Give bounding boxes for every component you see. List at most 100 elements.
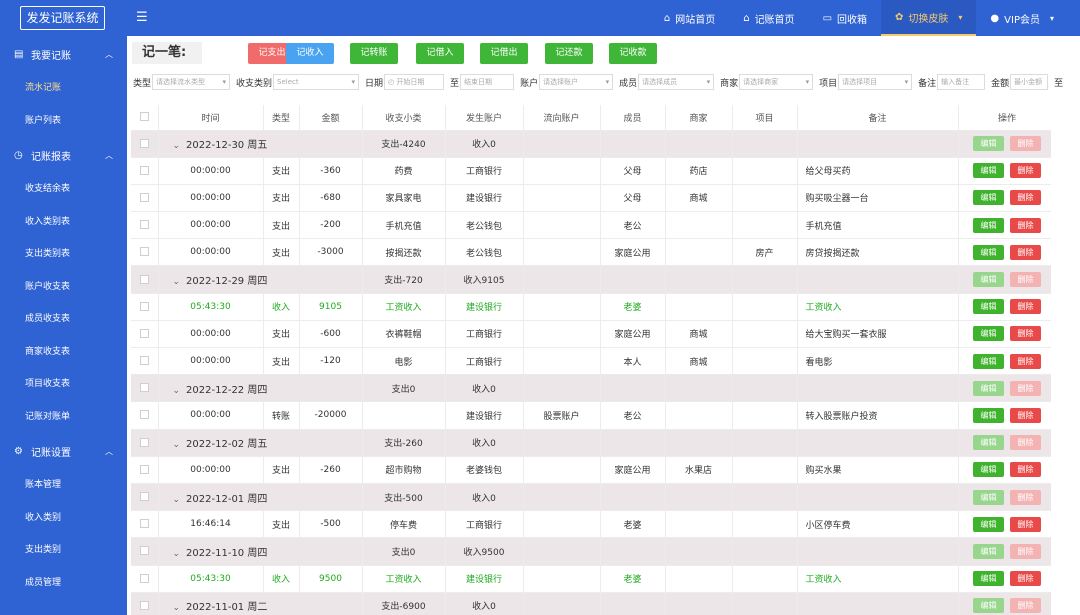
- filter-category-select[interactable]: Select ▾: [273, 74, 360, 90]
- row-checkbox[interactable]: [139, 301, 149, 311]
- sidebar-item-statement[interactable]: 记账对账单: [0, 401, 127, 434]
- date-group-row[interactable]: ⌄ 2022-12-02 周五 支出-260 收入0 编辑 删除: [131, 429, 1051, 457]
- sidebar-item-accounts[interactable]: 账户列表: [0, 105, 127, 138]
- row-checkbox[interactable]: [139, 192, 149, 202]
- row-checkbox[interactable]: [139, 573, 149, 583]
- edit-button[interactable]: 编辑: [973, 217, 1004, 233]
- table-row[interactable]: 00:00:00 支出 -600 衣裤鞋帽 工商银行 家庭公用 商城 给大宝购买一套衣服 编辑删…: [131, 320, 1051, 349]
- row-checkbox[interactable]: [139, 546, 149, 556]
- chevron-down-icon[interactable]: ⌄: [173, 495, 181, 505]
- sidebar-item-member-report[interactable]: 成员收支表: [0, 303, 127, 336]
- edit-button[interactable]: 编辑: [973, 380, 1004, 396]
- filter-account-select[interactable]: 请选择账户 ▾: [539, 74, 614, 90]
- filter-merchant-select[interactable]: 请选择商家 ▾: [739, 74, 814, 90]
- table-row[interactable]: 00:00:00 支出 -680 家具家电 建设银行 父母 商城 购买吸尘器一台 编辑 删除: [131, 184, 1051, 213]
- edit-button[interactable]: 编辑: [973, 244, 1004, 260]
- nav-ledger-home[interactable]: ⌂ 记账首页: [729, 0, 808, 36]
- row-checkbox[interactable]: [139, 247, 149, 257]
- sidebar-group-reports[interactable]: ◷ 记账报表 ︿: [0, 137, 127, 173]
- date-group-row[interactable]: ⌄ 2022-12-30 周五 支出-4240 收入0 编辑 删除: [131, 130, 1051, 158]
- date-group-row[interactable]: ⌄ 2022-12-22 周四 支出0 收入0 编辑 删除: [131, 374, 1051, 403]
- row-checkbox[interactable]: [139, 274, 149, 284]
- sidebar-item-income-category-report[interactable]: 收入类别表: [0, 206, 127, 239]
- nav-vip-user[interactable]: ● VIP会员 ▾: [976, 0, 1068, 36]
- edit-button[interactable]: 编辑: [973, 353, 1004, 369]
- edit-button[interactable]: 编辑: [973, 407, 1004, 423]
- filter-end-date[interactable]: 结束日期: [460, 74, 515, 90]
- table-row[interactable]: 05:43:30 收入 9105 工资收入 建设银行 老婆 工资收入 编辑 删除: [131, 293, 1051, 321]
- edit-button[interactable]: 编辑: [973, 462, 1004, 478]
- filter-memo-input[interactable]: 输入备注: [937, 74, 986, 90]
- chevron-down-icon[interactable]: ⌄: [173, 386, 181, 396]
- delete-button[interactable]: 删除: [1010, 244, 1041, 260]
- table-row[interactable]: 05:43:30 收入 9500 工资收入 建设银行 老婆 工资收入 编辑 删除: [131, 565, 1051, 593]
- table-row[interactable]: 00:00:00 支出 -120 电影 工商银行 本人 商城 看电影 编辑 删除: [131, 347, 1051, 376]
- edit-button[interactable]: 编辑: [973, 598, 1004, 614]
- delete-button[interactable]: 删除: [1010, 353, 1041, 369]
- filter-project-select[interactable]: 请选择项目 ▾: [838, 74, 913, 90]
- app-logo[interactable]: 发发记账系统: [20, 6, 105, 30]
- sidebar-item-expense-category[interactable]: 支出类别: [0, 534, 127, 567]
- delete-button[interactable]: 删除: [1010, 489, 1041, 505]
- delete-button[interactable]: 删除: [1010, 598, 1041, 614]
- record-collect-button[interactable]: 记收款: [609, 43, 657, 64]
- row-checkbox[interactable]: [139, 410, 149, 420]
- chevron-down-icon[interactable]: ⌄: [173, 440, 181, 450]
- date-group-row[interactable]: ⌄ 2022-12-01 周四 支出-500 收入0 编辑 删除: [131, 483, 1051, 512]
- delete-button[interactable]: 删除: [1010, 380, 1041, 396]
- edit-button[interactable]: 编辑: [973, 299, 1004, 315]
- row-checkbox[interactable]: [139, 437, 149, 447]
- delete-button[interactable]: 删除: [1010, 299, 1041, 315]
- table-row[interactable]: 00:00:00 支出 -360 药费 工商银行 父母 药店 给父母买药 编辑 删除: [131, 157, 1051, 185]
- filter-min-amount-input[interactable]: 最小金额: [1010, 74, 1049, 90]
- row-checkbox[interactable]: [139, 138, 149, 148]
- edit-button[interactable]: 编辑: [973, 435, 1004, 451]
- edit-button[interactable]: 编辑: [973, 272, 1004, 288]
- chevron-down-icon[interactable]: ⌄: [173, 603, 181, 613]
- nav-recycle-bin[interactable]: ▭ 回收箱: [809, 0, 881, 36]
- table-row[interactable]: 00:00:00 支出 -260 超市购物 老婆钱包 家庭公用 水果店 购买水果 编辑 删除: [131, 456, 1051, 484]
- delete-button[interactable]: 删除: [1010, 462, 1041, 478]
- delete-button[interactable]: 删除: [1010, 571, 1041, 587]
- table-row[interactable]: 00:00:00 支出 -3000 按揭还款 老公钱包 家庭公用 房产 房贷按揭还款 编辑 删除: [131, 238, 1051, 267]
- date-group-row[interactable]: ⌄ 2022-11-10 周四 支出0 收入9500 编辑 删除: [131, 537, 1051, 566]
- delete-button[interactable]: 删除: [1010, 516, 1041, 532]
- chevron-down-icon[interactable]: ⌄: [173, 141, 181, 151]
- chevron-down-icon[interactable]: ⌄: [173, 277, 181, 287]
- edit-button[interactable]: 编辑: [973, 326, 1004, 342]
- delete-button[interactable]: 删除: [1010, 190, 1041, 206]
- row-checkbox[interactable]: [139, 383, 149, 393]
- menu-toggle-icon[interactable]: ☰: [136, 10, 148, 25]
- edit-button[interactable]: 编辑: [973, 489, 1004, 505]
- edit-button[interactable]: 编辑: [973, 190, 1004, 206]
- record-income-button[interactable]: 记收入: [286, 43, 334, 64]
- nav-switch-skin[interactable]: ✿ 切换皮肤 ▾: [881, 0, 977, 36]
- sidebar-item-member-management[interactable]: 成员管理: [0, 567, 127, 600]
- sidebar-item-account-report[interactable]: 账户收支表: [0, 271, 127, 304]
- row-checkbox[interactable]: [139, 328, 149, 338]
- delete-button[interactable]: 删除: [1010, 407, 1041, 423]
- sidebar-group-bookkeeping[interactable]: ▤ 我要记账 ︿: [0, 36, 127, 72]
- filter-start-date[interactable]: ◴ 开始日期: [384, 74, 445, 90]
- delete-button[interactable]: 删除: [1010, 163, 1041, 179]
- filter-member-select[interactable]: 请选择成员 ▾: [638, 74, 715, 90]
- select-all-checkbox[interactable]: [139, 112, 149, 122]
- row-checkbox[interactable]: [139, 519, 149, 529]
- sidebar-item-project-report[interactable]: 项目收支表: [0, 368, 127, 401]
- sidebar-item-merchant-report[interactable]: 商家收支表: [0, 336, 127, 369]
- filter-type-select[interactable]: 请选择流水类型 ▾: [152, 74, 231, 90]
- row-checkbox[interactable]: [139, 356, 149, 366]
- nav-site-home[interactable]: ⌂ 网站首页: [650, 0, 729, 36]
- delete-button[interactable]: 删除: [1010, 272, 1041, 288]
- date-group-row[interactable]: ⌄ 2022-12-29 周四 支出-720 收入9105 编辑 删除: [131, 265, 1051, 294]
- record-transfer-button[interactable]: 记转账: [350, 43, 398, 64]
- sidebar-item-expense-category-report[interactable]: 支出类别表: [0, 238, 127, 271]
- sidebar-item-ledger-management[interactable]: 账本管理: [0, 469, 127, 502]
- edit-button[interactable]: 编辑: [973, 571, 1004, 587]
- delete-button[interactable]: 删除: [1010, 543, 1041, 559]
- delete-button[interactable]: 删除: [1010, 326, 1041, 342]
- row-checkbox[interactable]: [139, 492, 149, 502]
- sidebar-item-balance-report[interactable]: 收支结余表: [0, 173, 127, 206]
- delete-button[interactable]: 删除: [1010, 217, 1041, 233]
- sidebar-group-settings[interactable]: ⚙ 记账设置 ︿: [0, 433, 127, 469]
